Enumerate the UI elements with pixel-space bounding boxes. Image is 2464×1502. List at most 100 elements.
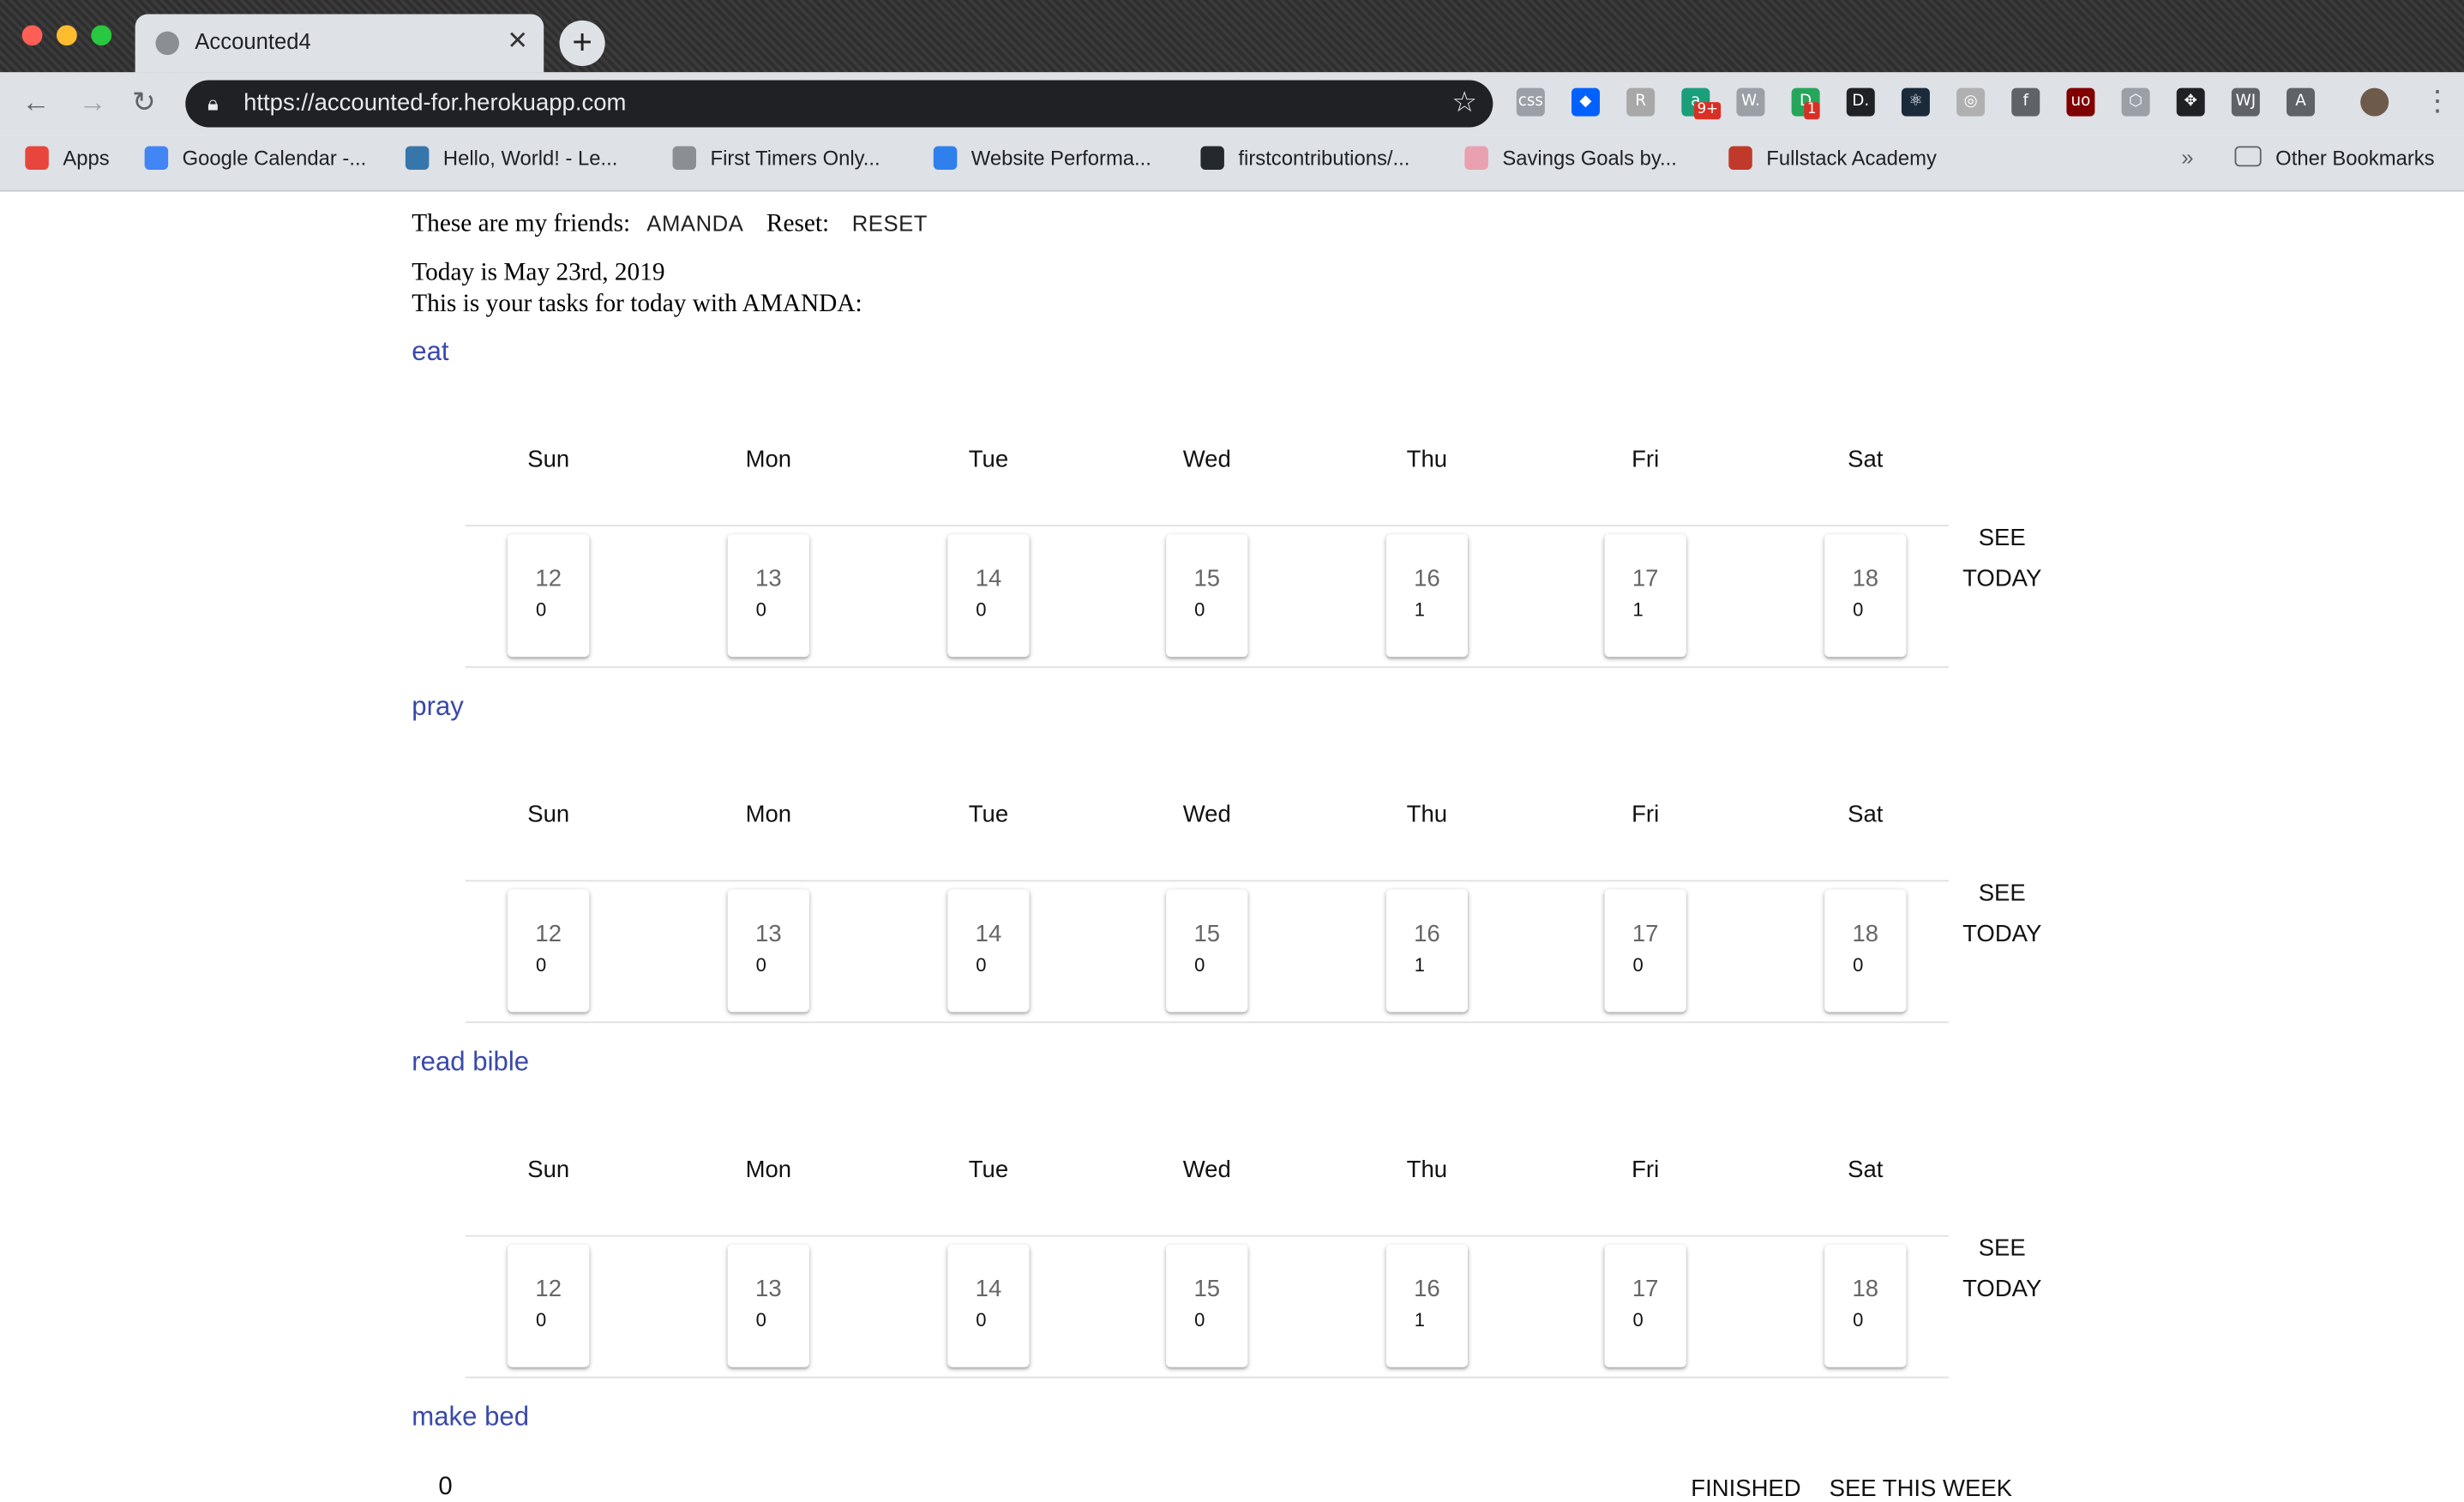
day-count: 0 <box>1632 1308 1644 1331</box>
bookmark-item[interactable]: Website Performa... <box>933 146 1151 170</box>
day-card[interactable]: 15 0 <box>1166 1244 1248 1367</box>
day-date: 16 <box>1414 921 1440 948</box>
day-card[interactable]: 18 0 <box>1824 1244 1907 1367</box>
bookmark-icon <box>1464 146 1488 170</box>
bookmark-label: Apps <box>63 146 110 170</box>
day-count: 0 <box>976 1308 987 1331</box>
day-date: 16 <box>1414 565 1440 593</box>
day-card[interactable]: 16 1 <box>1385 1244 1469 1367</box>
day-card[interactable]: 13 0 <box>727 1244 809 1367</box>
friend-button[interactable]: AMANDA <box>646 211 743 236</box>
bookmark-item[interactable]: Fullstack Academy <box>1728 146 1937 170</box>
day-date: 12 <box>535 565 562 593</box>
day-card[interactable]: 14 0 <box>947 889 1030 1012</box>
maximize-window-button[interactable] <box>91 25 112 46</box>
reload-icon[interactable]: ↻ <box>132 87 156 119</box>
extension-d-icon[interactable]: D. <box>1846 87 1875 117</box>
day-card[interactable]: 12 0 <box>508 534 590 658</box>
extension-w-icon[interactable]: W. <box>1736 87 1765 117</box>
day-name-header: Fri <box>1632 801 1660 828</box>
bookmark-item[interactable]: Google Calendar -... <box>144 146 367 170</box>
profile-avatar[interactable] <box>2360 87 2389 117</box>
finished-button[interactable]: FINISHED <box>1691 1475 1800 1502</box>
bookmark-item[interactable]: First Timers Only... <box>672 146 880 170</box>
extension-hex-icon[interactable]: ⬡ <box>2121 87 2150 117</box>
day-card[interactable]: 17 0 <box>1604 889 1686 1012</box>
close-tab-icon[interactable]: ✕ <box>507 25 528 57</box>
url-text[interactable]: https://accounted-for.herokuapp.com <box>243 89 626 116</box>
day-count: 0 <box>1194 953 1205 976</box>
day-card[interactable]: 15 0 <box>1166 534 1248 658</box>
day-date: 14 <box>975 921 1002 948</box>
day-date: 18 <box>1852 1276 1879 1303</box>
task-title[interactable]: make bed <box>412 1402 529 1433</box>
divider <box>465 1021 1949 1024</box>
other-bookmarks[interactable]: Other Bookmarks <box>2234 146 2435 170</box>
task-title[interactable]: eat <box>412 336 448 368</box>
day-card[interactable]: 17 0 <box>1604 1244 1686 1367</box>
see-today-button[interactable]: SEE TODAY <box>1958 519 2046 600</box>
see-this-week-button[interactable]: SEE THIS WEEK <box>1830 1475 2012 1502</box>
address-bar[interactable]: 🔒︎ https://accounted-for.herokuapp.com ☆ <box>185 80 1493 128</box>
see-today-button[interactable]: SEE TODAY <box>1958 874 2046 955</box>
day-count: 0 <box>1853 1308 1864 1331</box>
facebook-icon[interactable]: f <box>2011 87 2040 117</box>
bookmark-item[interactable]: Apps <box>25 146 110 170</box>
menu-kebab-icon[interactable]: ⋮ <box>2423 85 2451 117</box>
day-count: 0 <box>1194 1308 1205 1331</box>
bookmark-item[interactable]: Hello, World! - Le... <box>405 146 617 170</box>
extension-move-icon[interactable]: ✥ <box>2176 87 2205 117</box>
day-name-header: Sun <box>527 801 570 828</box>
task-title[interactable]: pray <box>412 692 464 724</box>
more-bookmarks-icon[interactable]: » <box>2181 145 2193 170</box>
day-card[interactable]: 16 1 <box>1385 534 1469 658</box>
close-window-button[interactable] <box>21 25 43 46</box>
day-card[interactable]: 18 0 <box>1824 889 1907 1012</box>
bookmark-star-icon[interactable]: ☆ <box>1451 87 1477 119</box>
forward-icon[interactable]: → <box>79 87 107 119</box>
day-date: 15 <box>1193 1276 1221 1303</box>
day-card[interactable]: 18 0 <box>1824 534 1907 658</box>
day-count: 1 <box>1414 1308 1425 1331</box>
day-date: 14 <box>975 1276 1002 1303</box>
bookmark-item[interactable]: Savings Goals by... <box>1464 146 1677 170</box>
day-name-header: Sat <box>1848 801 1884 828</box>
day-card[interactable]: 15 0 <box>1166 889 1248 1012</box>
wj-icon[interactable]: WJ <box>2231 87 2260 117</box>
dropbox-icon[interactable]: ◆ <box>1572 87 1600 117</box>
extension-circle-icon[interactable]: ◎ <box>1956 87 1986 117</box>
day-card[interactable]: 13 0 <box>727 534 809 658</box>
browser-tab[interactable]: Accounted4 ✕ <box>135 14 544 73</box>
reset-button[interactable]: RESET <box>852 211 928 236</box>
bookmark-label: First Timers Only... <box>710 146 880 170</box>
day-card[interactable]: 16 1 <box>1385 889 1469 1012</box>
day-name-header: Thu <box>1406 1157 1448 1184</box>
css-icon[interactable]: css <box>1516 87 1545 117</box>
day-card[interactable]: 14 0 <box>947 534 1030 658</box>
day-card[interactable]: 17 1 <box>1604 534 1686 658</box>
bookmark-icon <box>933 146 958 170</box>
day-card[interactable]: 14 0 <box>947 1244 1030 1367</box>
react-devtools-icon[interactable]: ⚛ <box>1901 87 1930 117</box>
task-title[interactable]: read bible <box>412 1047 529 1078</box>
extension-a-icon[interactable]: A <box>2287 87 2316 117</box>
new-tab-button[interactable]: + <box>559 20 605 66</box>
minimize-window-button[interactable] <box>56 25 77 46</box>
day-name-header: Tue <box>968 1157 1009 1184</box>
day-date: 15 <box>1193 921 1221 948</box>
day-card[interactable]: 13 0 <box>727 889 809 1012</box>
see-today-button[interactable]: SEE TODAY <box>1958 1229 2046 1310</box>
day-name-header: Sat <box>1848 446 1884 473</box>
back-icon[interactable]: ← <box>22 87 51 119</box>
bookmark-label: firstcontributions/... <box>1238 146 1410 170</box>
day-card[interactable]: 12 0 <box>508 1244 590 1367</box>
day-date: 18 <box>1852 565 1879 593</box>
day-count: 0 <box>976 953 987 976</box>
today-text: Today is May 23rd, 2019 <box>412 259 665 286</box>
ublock-icon[interactable]: uo <box>2066 87 2095 117</box>
day-name-header: Thu <box>1406 446 1448 473</box>
bookmark-item[interactable]: firstcontributions/... <box>1200 146 1410 170</box>
day-card[interactable]: 12 0 <box>508 889 590 1012</box>
bookmark-label: Google Calendar -... <box>182 146 367 170</box>
extension-r-icon[interactable]: R <box>1626 87 1656 117</box>
